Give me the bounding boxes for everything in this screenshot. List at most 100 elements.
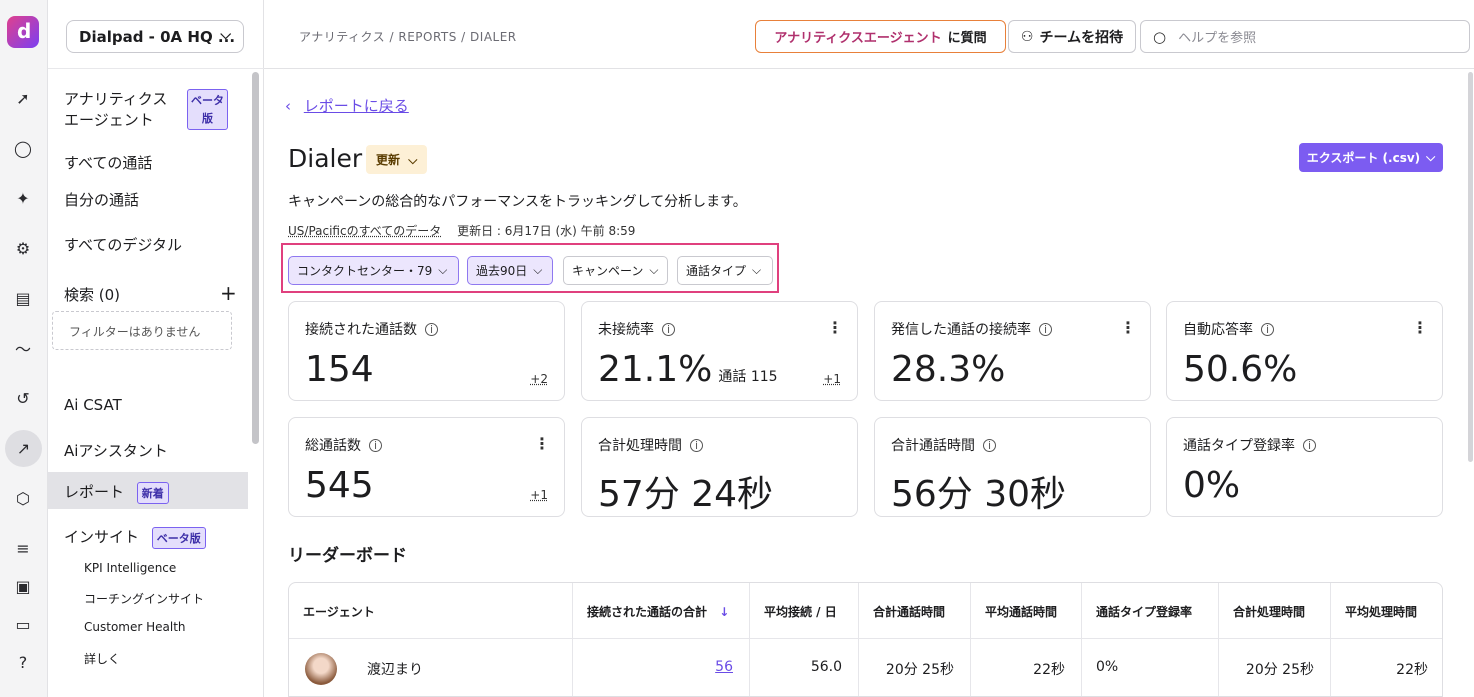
- card-label: 発信した通話の接続率: [891, 322, 1031, 338]
- chevron-down-icon: ⌵: [408, 153, 418, 167]
- card-delta[interactable]: +2: [530, 372, 548, 386]
- cell-avg-handle: 22秒: [1396, 662, 1428, 678]
- chevron-down-icon: ⌵: [220, 27, 231, 43]
- add-search-icon[interactable]: +: [220, 281, 237, 305]
- more-options-icon[interactable]: ⋮: [827, 318, 843, 337]
- card-label: 未接続率: [598, 322, 654, 338]
- ask-analytics-agent-button[interactable]: アナリティクスエージェント に質問: [755, 20, 1006, 53]
- sidebar-item-reports[interactable]: レポート 新着: [64, 481, 169, 504]
- cell-avg-talk: 22秒: [971, 639, 1082, 696]
- analytics-icon[interactable]: ↗: [5, 430, 42, 467]
- gear-icon[interactable]: ⚙: [9, 234, 37, 262]
- main-content: ‹ レポートに戻る Dialer 更新 ⌵ エクスポート (.csv) ⌵ キャ…: [264, 69, 1474, 697]
- sidebar-item-analytics-agent[interactable]: アナリティクスエージェント: [64, 89, 176, 131]
- chevron-left-icon: ‹: [285, 97, 291, 115]
- help-search-input[interactable]: ○ ヘルプを参照: [1140, 20, 1470, 53]
- sparkle-icon[interactable]: ✦: [9, 184, 37, 212]
- clipboard-icon[interactable]: ▤: [9, 284, 37, 312]
- column-header-agent[interactable]: エージェント: [289, 583, 573, 639]
- updated-at: 更新日 : 6月17日 (水) 午前 8:59: [457, 224, 636, 238]
- card-value: 50.6%: [1183, 349, 1298, 390]
- column-header-avg-talk[interactable]: 平均通話時間: [971, 583, 1082, 639]
- filter-contact-center[interactable]: コンタクトセンター・79 ⌵: [288, 256, 459, 285]
- help-icon[interactable]: ?: [9, 648, 37, 676]
- more-options-icon[interactable]: ⋮: [1412, 318, 1428, 337]
- timezone-label[interactable]: US/Pacificのすべてのデータ: [288, 224, 441, 238]
- info-icon[interactable]: i: [690, 439, 703, 452]
- card-label: 接続された通話数: [305, 322, 417, 338]
- sidebar-scrollbar[interactable]: [252, 72, 259, 444]
- main-scrollbar[interactable]: [1468, 72, 1473, 462]
- info-icon[interactable]: i: [425, 323, 438, 336]
- update-dropdown[interactable]: 更新 ⌵: [366, 145, 428, 174]
- org-name: Dialpad - 0A HQ ...: [79, 27, 236, 46]
- back-label: レポートに戻る: [303, 97, 409, 115]
- pulse-icon[interactable]: 〜: [9, 334, 37, 362]
- info-icon[interactable]: i: [983, 439, 996, 452]
- update-label: 更新: [376, 153, 401, 167]
- chevron-down-icon: ⌵: [1426, 150, 1436, 164]
- sidebar-item-my-calls[interactable]: 自分の通話: [64, 189, 139, 210]
- cell-agent[interactable]: 渡辺まり: [289, 639, 573, 696]
- connected-calls-link[interactable]: 56: [715, 659, 733, 675]
- card-value: 0%: [1183, 465, 1241, 506]
- info-icon[interactable]: i: [1261, 323, 1274, 336]
- export-label: エクスポート (.csv): [1306, 151, 1421, 165]
- filter-period[interactable]: 過去90日 ⌵: [467, 256, 553, 285]
- card-label: 自動応答率: [1183, 322, 1253, 338]
- more-options-icon[interactable]: ⋮: [534, 434, 550, 453]
- invite-team-button[interactable]: ⚇ チームを招待: [1008, 20, 1136, 53]
- column-header-avg-per-day[interactable]: 平均接続 / 日: [750, 583, 859, 639]
- chevron-down-icon: ⌵: [649, 263, 659, 277]
- org-selector[interactable]: Dialpad - 0A HQ ... ⌵: [66, 20, 244, 53]
- card-delta[interactable]: +1: [823, 372, 841, 386]
- column-header-total-talk[interactable]: 合計通話時間: [859, 583, 971, 639]
- info-icon[interactable]: i: [1303, 439, 1316, 452]
- data-info-line: US/Pacificのすべてのデータ 更新日 : 6月17日 (水) 午前 8:…: [288, 222, 635, 239]
- card-value: 21.1%: [598, 349, 713, 390]
- back-to-reports-link[interactable]: ‹ レポートに戻る: [285, 95, 409, 116]
- card-delta[interactable]: +1: [530, 488, 548, 502]
- sidebar-item-ai-csat[interactable]: Ai CSAT: [64, 396, 122, 414]
- filter-campaign[interactable]: キャンペーン ⌵: [563, 256, 668, 285]
- sidebar-subitem-more[interactable]: 詳しく: [84, 650, 120, 667]
- rocket-icon[interactable]: ➚: [9, 84, 37, 112]
- column-header-connected-total[interactable]: 接続された通話の合計 ↓: [573, 583, 750, 639]
- info-icon[interactable]: i: [369, 439, 382, 452]
- dialpad-logo[interactable]: [7, 16, 39, 48]
- info-icon[interactable]: i: [662, 323, 675, 336]
- video-icon[interactable]: ▭: [9, 610, 37, 638]
- sidebar-item-label: レポート: [64, 483, 125, 501]
- filter-label: 通話タイプ: [686, 264, 747, 278]
- column-header-call-type-rate[interactable]: 通話タイプ登録率: [1082, 583, 1219, 639]
- search-placeholder: ヘルプを参照: [1178, 31, 1257, 46]
- dialpad-app-icon[interactable]: ▣: [9, 572, 37, 600]
- sidebar-item-insights[interactable]: インサイト ベータ版: [64, 526, 206, 549]
- sidebar-subitem-coaching[interactable]: コーチングインサイト: [84, 590, 204, 607]
- more-options-icon[interactable]: ⋮: [1120, 318, 1136, 337]
- info-icon[interactable]: i: [1039, 323, 1052, 336]
- sidebar-subitem-kpi[interactable]: KPI Intelligence: [84, 561, 176, 575]
- sidebar-item-all-calls[interactable]: すべての通話: [64, 152, 152, 173]
- filter-label: 過去90日: [476, 264, 528, 278]
- invite-label: チームを招待: [1039, 29, 1124, 46]
- sidebar-item-all-digital[interactable]: すべてのデジタル: [64, 234, 182, 255]
- cube-icon[interactable]: ⬡: [9, 484, 37, 512]
- beta-badge: ベータ版: [187, 89, 228, 130]
- person-icon[interactable]: ◯: [9, 134, 37, 162]
- column-header-avg-handle[interactable]: 平均処理時間: [1331, 583, 1442, 639]
- column-header-total-handle[interactable]: 合計処理時間: [1219, 583, 1331, 639]
- card-value: 28.3%: [891, 349, 1006, 390]
- sidebar-subitem-customer-health[interactable]: Customer Health: [84, 620, 186, 634]
- history-icon[interactable]: ↺: [9, 384, 37, 412]
- filter-call-type[interactable]: 通話タイプ ⌵: [677, 256, 773, 285]
- icon-rail: ➚ ◯ ✦ ⚙ ▤ 〜 ↺ ↗ ⬡ ≡ ▣ ▭ ?: [0, 0, 48, 697]
- sidebar: Dialpad - 0A HQ ... ⌵ アナリティクスエージェント ベータ版…: [48, 0, 264, 697]
- search-section-label: 検索 (0): [64, 286, 121, 304]
- card-label: 通話タイプ登録率: [1183, 438, 1295, 454]
- export-csv-button[interactable]: エクスポート (.csv) ⌵: [1299, 143, 1443, 172]
- sidebar-item-ai-assistant[interactable]: Aiアシスタント: [64, 440, 168, 461]
- chevron-down-icon: ⌵: [752, 263, 762, 277]
- filter-empty-box: フィルターはありません: [52, 311, 232, 350]
- flash-list-icon[interactable]: ≡: [9, 534, 37, 562]
